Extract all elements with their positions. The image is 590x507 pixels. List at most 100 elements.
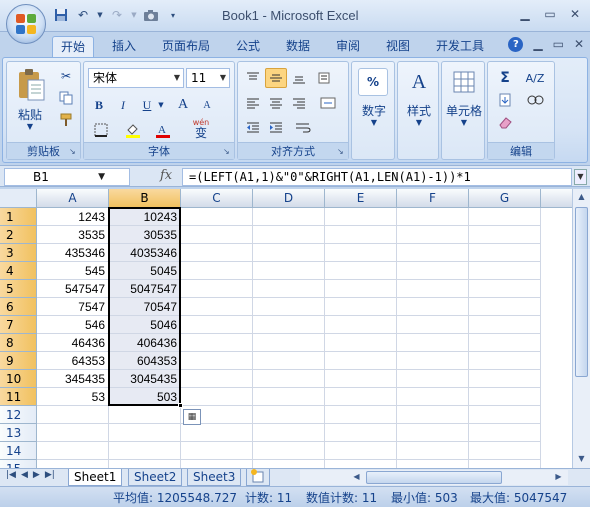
cell-e12[interactable]	[325, 406, 397, 424]
cells-button[interactable]: 单元格	[442, 102, 486, 119]
cell-e8[interactable]	[325, 334, 397, 352]
cell-f5[interactable]	[397, 280, 469, 298]
cell-b7[interactable]: 5046	[109, 316, 181, 334]
cells-icon[interactable]	[450, 68, 478, 96]
align-bottom-icon[interactable]	[288, 68, 310, 88]
cell-a14[interactable]	[37, 442, 109, 460]
expand-formula-bar-icon[interactable]: ▼	[574, 169, 587, 185]
cell-c7[interactable]	[181, 316, 253, 334]
next-sheet-icon[interactable]: ▶	[33, 470, 40, 480]
cell-g5[interactable]	[469, 280, 541, 298]
vertical-scrollbar[interactable]: ▲ ▼	[572, 189, 590, 468]
cell-d2[interactable]	[253, 226, 325, 244]
cell-c4[interactable]	[181, 262, 253, 280]
fill-color-icon[interactable]	[120, 120, 146, 140]
cell-g8[interactable]	[469, 334, 541, 352]
cell-e15[interactable]	[325, 460, 397, 468]
phonetic-button[interactable]: wén 变	[182, 118, 220, 139]
paste-dropdown-icon[interactable]: ▼	[11, 122, 49, 131]
orientation-icon[interactable]	[314, 68, 336, 88]
scroll-right-icon[interactable]: ▶	[550, 469, 567, 485]
row-header[interactable]: 7	[0, 316, 37, 334]
shrink-font-button[interactable]: A	[196, 95, 218, 115]
cell-d10[interactable]	[253, 370, 325, 388]
bold-button[interactable]: B	[88, 95, 110, 115]
cell-a2[interactable]: 3535	[37, 226, 109, 244]
chevron-down-icon[interactable]: ▼	[171, 69, 183, 87]
alignment-launcher-icon[interactable]: ↘	[337, 147, 346, 156]
cell-g2[interactable]	[469, 226, 541, 244]
cell-a1[interactable]: 1243	[37, 208, 109, 226]
cell-c8[interactable]	[181, 334, 253, 352]
grow-font-button[interactable]: A	[172, 95, 194, 115]
cell-e10[interactable]	[325, 370, 397, 388]
column-header-d[interactable]: D	[253, 189, 325, 208]
autosum-icon[interactable]: Σ	[492, 68, 518, 88]
sort-filter-icon[interactable]: A/Z	[520, 68, 550, 88]
worksheet-grid[interactable]: A B C D E F G 1 1243 10243 2 3535 30535 3 435346 403534…	[0, 189, 572, 468]
column-header-g[interactable]: G	[469, 189, 541, 208]
font-size-combo[interactable]: 11 ▼	[186, 68, 230, 88]
cell-b6[interactable]: 70547	[109, 298, 181, 316]
cell-a5[interactable]: 547547	[37, 280, 109, 298]
column-header-e[interactable]: E	[325, 189, 397, 208]
cell-d12[interactable]	[253, 406, 325, 424]
cell-a11[interactable]: 53	[37, 388, 109, 406]
cell-f14[interactable]	[397, 442, 469, 460]
cell-a15[interactable]	[37, 460, 109, 468]
column-header-c[interactable]: C	[181, 189, 253, 208]
cell-d11[interactable]	[253, 388, 325, 406]
fill-handle[interactable]	[178, 403, 183, 408]
fill-icon[interactable]	[492, 90, 518, 110]
row-header[interactable]: 8	[0, 334, 37, 352]
align-top-icon[interactable]	[242, 68, 264, 88]
cell-d9[interactable]	[253, 352, 325, 370]
ribbon-minimize-icon[interactable]: ▁	[533, 37, 542, 52]
close-icon[interactable]: ✕	[564, 5, 586, 23]
tab-formulas[interactable]: 公式	[228, 36, 268, 57]
cell-f6[interactable]	[397, 298, 469, 316]
find-select-icon[interactable]	[520, 90, 550, 110]
row-header[interactable]: 12	[0, 406, 37, 424]
cell-e14[interactable]	[325, 442, 397, 460]
cell-b13[interactable]	[109, 424, 181, 442]
cells-dropdown-icon[interactable]: ▼	[442, 118, 486, 127]
sheet-tab-sheet1[interactable]: Sheet1	[68, 469, 123, 486]
horizontal-scroll-thumb[interactable]	[366, 471, 502, 484]
cell-a4[interactable]: 545	[37, 262, 109, 280]
tab-page-layout[interactable]: 页面布局	[154, 36, 218, 57]
increase-indent-icon[interactable]	[265, 118, 287, 138]
merge-center-icon[interactable]	[314, 93, 342, 113]
auto-fill-options-icon[interactable]: ▦	[183, 409, 201, 425]
cell-g10[interactable]	[469, 370, 541, 388]
styles-dropdown-icon[interactable]: ▼	[398, 118, 440, 127]
ribbon-restore-icon[interactable]: ▭	[553, 37, 564, 52]
cell-a13[interactable]	[37, 424, 109, 442]
align-left-icon[interactable]	[242, 93, 264, 113]
cell-e5[interactable]	[325, 280, 397, 298]
row-header[interactable]: 4	[0, 262, 37, 280]
row-header[interactable]: 10	[0, 370, 37, 388]
cell-f13[interactable]	[397, 424, 469, 442]
column-header-a[interactable]: A	[37, 189, 109, 208]
align-right-icon[interactable]	[288, 93, 310, 113]
cell-d15[interactable]	[253, 460, 325, 468]
cell-d8[interactable]	[253, 334, 325, 352]
last-sheet-icon[interactable]: ▶|	[45, 470, 55, 480]
tab-insert[interactable]: 插入	[104, 36, 144, 57]
cell-g4[interactable]	[469, 262, 541, 280]
styles-button[interactable]: 样式	[398, 102, 440, 119]
copy-icon[interactable]	[55, 88, 77, 108]
row-header[interactable]: 11	[0, 388, 37, 406]
first-sheet-icon[interactable]: |◀	[6, 470, 16, 480]
chevron-down-icon[interactable]: ▼	[98, 169, 105, 185]
column-header-b[interactable]: B	[109, 189, 181, 208]
align-center-icon[interactable]	[265, 93, 287, 113]
chevron-down-icon[interactable]: ▼	[217, 69, 229, 87]
font-color-icon[interactable]: A	[150, 120, 176, 140]
cell-c9[interactable]	[181, 352, 253, 370]
sheet-tab-sheet2[interactable]: Sheet2	[128, 469, 183, 486]
number-button[interactable]: 数字	[352, 102, 396, 119]
tab-home[interactable]: 开始	[52, 36, 95, 57]
ribbon-close-icon[interactable]: ✕	[574, 37, 584, 52]
